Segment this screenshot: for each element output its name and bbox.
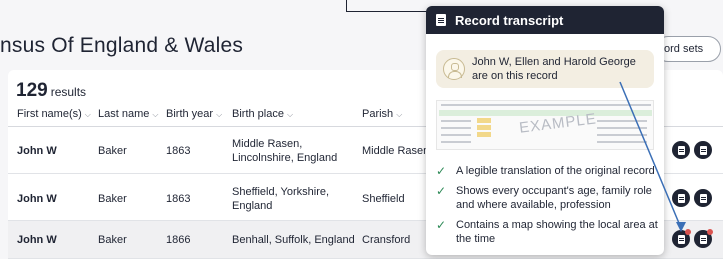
chevron-down-icon: ⌵ — [216, 110, 223, 119]
cell-first-name: John W — [17, 234, 57, 246]
image-document-icon — [699, 193, 707, 203]
feature-list: ✓ A legible translation of the original r… — [436, 164, 658, 252]
cell-last-name: Baker — [98, 234, 127, 246]
cell-birth-place: Benhall, Suffolk, England — [232, 234, 355, 246]
cell-birth-year: 1866 — [166, 234, 191, 246]
occupants-text: John W, Ellen and Harold George are on t… — [472, 56, 636, 82]
document-icon — [677, 193, 685, 203]
check-icon: ✓ — [436, 184, 447, 198]
occupants-callout: John W, Ellen and Harold George are on t… — [436, 50, 654, 88]
record-sets-button[interactable]: ord sets — [655, 36, 721, 62]
page-title: nsus Of England & Wales — [0, 34, 244, 57]
cell-last-name: Baker — [98, 145, 127, 157]
example-line — [441, 120, 471, 122]
feature-item: ✓ Contains a map showing the local area a… — [436, 218, 658, 246]
cell-birth-place: Middle Rasen, Lincolnshire, England — [232, 138, 338, 164]
cell-parish: Sheffield — [362, 193, 405, 205]
image-button[interactable] — [694, 229, 713, 248]
cell-first-name: John W — [17, 193, 57, 205]
feature-item: ✓ Shows every occupant's age, family role… — [436, 184, 658, 212]
feature-item: ✓ A legible translation of the original r… — [436, 164, 658, 178]
example-line — [597, 127, 647, 129]
feature-text: A legible translation of the original re… — [456, 165, 655, 177]
example-line — [597, 134, 647, 136]
transcript-button[interactable] — [672, 189, 690, 207]
document-icon — [677, 234, 685, 244]
column-header-first-name[interactable]: First name(s) ⌵ — [17, 108, 91, 120]
popup-title: Record transcript — [455, 12, 564, 28]
column-header-birth-place[interactable]: Birth place ⌵ — [232, 108, 293, 120]
results-label: results — [50, 85, 87, 99]
check-icon: ✓ — [436, 218, 447, 232]
example-line — [597, 120, 647, 122]
cell-parish: Middle Rasen — [362, 145, 430, 157]
image-button[interactable] — [694, 141, 712, 159]
chevron-down-icon: ⌵ — [286, 110, 294, 119]
new-badge — [707, 229, 713, 235]
image-button[interactable] — [694, 189, 712, 207]
cell-birth-year: 1863 — [166, 193, 191, 205]
column-header-label: Parish — [362, 108, 394, 120]
example-line — [441, 127, 471, 129]
example-tag — [477, 118, 491, 123]
transcript-button[interactable] — [672, 229, 691, 248]
example-line — [441, 141, 471, 143]
image-document-icon — [699, 145, 707, 155]
column-header-parish[interactable]: Parish ⌵ — [362, 108, 402, 120]
cell-parish: Cransford — [362, 234, 411, 246]
new-badge — [685, 229, 691, 235]
document-icon — [677, 145, 685, 155]
results-number: 129 — [16, 80, 48, 101]
chevron-down-icon: ⌵ — [396, 110, 403, 119]
chevron-down-icon: ⌵ — [152, 110, 159, 119]
column-header-last-name[interactable]: Last name ⌵ — [98, 108, 158, 120]
example-tag — [477, 125, 491, 130]
column-header-birth-year[interactable]: Birth year ⌵ — [166, 108, 222, 120]
column-header-label: Birth year — [166, 108, 214, 120]
people-icon — [443, 58, 465, 80]
results-count: 129 results — [16, 80, 86, 102]
cell-birth-place: Sheffield, Yorkshire, England — [232, 186, 330, 212]
column-header-label: Birth place — [232, 108, 284, 120]
example-line — [597, 141, 647, 143]
cell-last-name: Baker — [98, 193, 127, 205]
search-results-page: nsus Of England & Wales ord sets 129 resu… — [0, 0, 723, 259]
feature-text: Shows every occupant's age, family role … — [456, 185, 652, 211]
cell-birth-year: 1863 — [166, 145, 191, 157]
cell-first-name: John W — [17, 145, 57, 157]
example-highlight-row — [439, 110, 652, 116]
document-icon — [436, 14, 446, 26]
example-header-line — [441, 104, 651, 106]
feature-text: Contains a map showing the local area at… — [456, 219, 658, 245]
record-transcript-popup: Record transcript John W, Ellen and Haro… — [426, 6, 664, 255]
transcript-button[interactable] — [672, 141, 690, 159]
example-tag — [477, 132, 491, 137]
example-line — [441, 134, 471, 136]
image-document-icon — [699, 234, 707, 244]
column-header-label: Last name — [98, 108, 150, 120]
popup-header: Record transcript — [426, 6, 664, 34]
check-icon: ✓ — [436, 164, 447, 178]
chevron-down-icon: ⌵ — [84, 110, 91, 119]
example-transcript-image: EXAMPLE — [436, 100, 654, 150]
column-header-label: First name(s) — [17, 108, 82, 120]
